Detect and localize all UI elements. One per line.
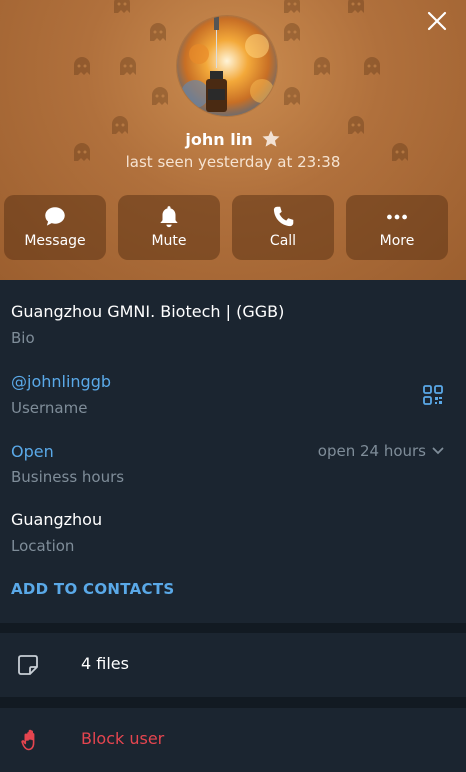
message-icon [45,207,65,226]
section-divider [0,623,466,633]
profile-name: john lin [185,129,253,149]
profile-info-panel: Guangzhou GMNI. Biotech | (GGB) Bio @joh… [0,280,466,623]
mute-button-label: Mute [151,233,187,249]
profile-header: john lin last seen yesterday at 23:38 Me… [0,0,466,280]
hand-stop-icon [21,729,35,751]
username-value[interactable]: @johnlinggb [11,372,111,391]
message-button-label: Message [24,233,86,249]
bio-value[interactable]: Guangzhou GMNI. Biotech | (GGB) [11,302,284,321]
block-user-label: Block user [81,729,165,748]
action-buttons: Message Mute Call More [4,195,462,260]
mute-button[interactable]: Mute [118,195,220,260]
username-label: Username [11,399,88,417]
phone-icon [273,206,294,227]
block-user-row[interactable]: Block user [0,708,466,772]
avatar[interactable] [177,16,277,116]
premium-star-icon[interactable] [261,129,281,149]
bell-icon [160,206,178,228]
more-button-label: More [379,233,415,249]
file-icon [18,655,38,675]
call-button-label: Call [269,233,297,249]
add-to-contacts-button[interactable]: ADD TO CONTACTS [11,580,174,598]
close-icon[interactable] [426,10,448,32]
location-label: Location [11,537,75,555]
shared-files-row[interactable]: 4 files [0,633,466,697]
section-divider [0,697,466,708]
last-seen-status: last seen yesterday at 23:38 [125,153,341,171]
chevron-down-icon [432,447,444,455]
shared-files-label: 4 files [81,654,129,673]
more-icon [387,214,407,220]
business-hours-toggle[interactable]: open 24 hours [318,442,444,460]
business-hours-label: Business hours [11,468,125,486]
profile-name-row: john lin [0,128,466,150]
bio-label: Bio [11,329,35,347]
business-hours-value[interactable]: Open [11,442,54,461]
more-button[interactable]: More [346,195,448,260]
location-value[interactable]: Guangzhou [11,510,102,529]
qr-code-icon[interactable] [422,384,444,406]
message-button[interactable]: Message [4,195,106,260]
call-button[interactable]: Call [232,195,334,260]
business-hours-toggle-label: open 24 hours [317,442,426,460]
